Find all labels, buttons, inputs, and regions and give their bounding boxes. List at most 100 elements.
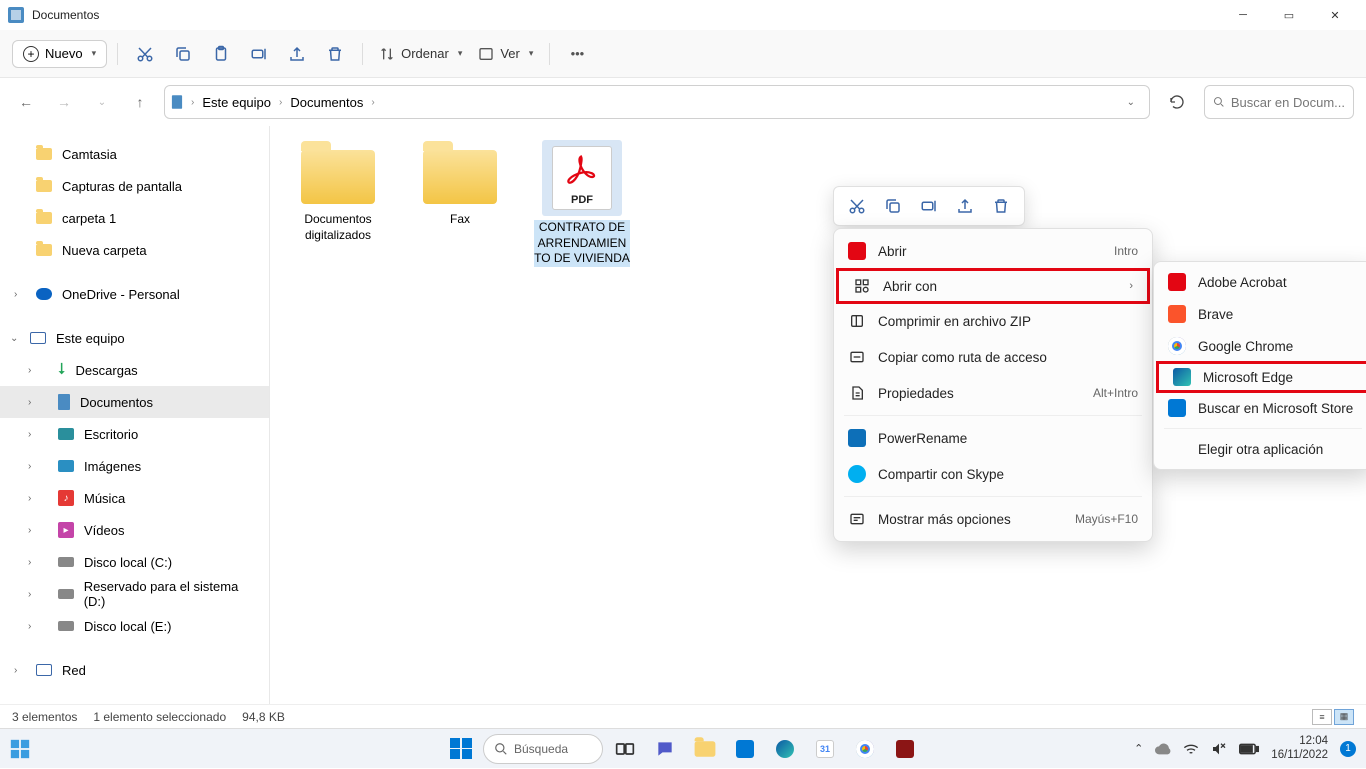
- sidebar-item-label: OneDrive - Personal: [62, 287, 180, 302]
- submenu-brave[interactable]: Brave: [1154, 298, 1366, 330]
- close-button[interactable]: ✕: [1312, 0, 1358, 30]
- folder-fax[interactable]: Fax: [412, 140, 508, 267]
- sidebar-disk-c[interactable]: ›Disco local (C:): [0, 546, 270, 578]
- submenu-edge[interactable]: Microsoft Edge: [1156, 361, 1366, 393]
- share-button[interactable]: [280, 37, 314, 71]
- breadcrumb-current[interactable]: Documentos: [290, 95, 363, 110]
- cut-button[interactable]: [128, 37, 162, 71]
- taskbar-calendar[interactable]: 31: [807, 731, 843, 767]
- notification-badge[interactable]: 1: [1340, 741, 1356, 757]
- menu-open[interactable]: Abrir Intro: [834, 233, 1152, 269]
- music-icon: ♪: [58, 490, 74, 506]
- breadcrumb-root[interactable]: Este equipo: [202, 95, 271, 110]
- delete-button[interactable]: [318, 37, 352, 71]
- sidebar-disk-d[interactable]: ›Reservado para el sistema (D:): [0, 578, 270, 610]
- sidebar-folder-camtasia[interactable]: Camtasia: [0, 138, 270, 170]
- view-icon: [478, 46, 494, 62]
- sidebar-videos[interactable]: ›▸Vídeos: [0, 514, 270, 546]
- taskbar-app-unknown[interactable]: [887, 731, 923, 767]
- folder-documentos-digitalizados[interactable]: Documentos digitalizados: [290, 140, 386, 267]
- taskbar-store[interactable]: [727, 731, 763, 767]
- up-button[interactable]: ↑: [126, 88, 154, 116]
- back-button[interactable]: ←: [12, 88, 40, 116]
- taskbar-clock[interactable]: 12:04 16/11/2022: [1271, 735, 1328, 761]
- chevron-right-icon: ›: [14, 665, 17, 676]
- menu-show-more[interactable]: Mostrar más opciones Mayús+F10: [834, 501, 1152, 537]
- widgets-button[interactable]: [0, 729, 40, 769]
- tray-onedrive[interactable]: [1155, 743, 1171, 755]
- submenu-chrome[interactable]: Google Chrome: [1154, 330, 1366, 362]
- submenu-label: Microsoft Edge: [1203, 370, 1293, 385]
- rename-button[interactable]: [242, 37, 276, 71]
- taskbar-chrome[interactable]: [847, 731, 883, 767]
- sidebar-network[interactable]: ›Red: [0, 654, 270, 686]
- menu-properties[interactable]: Propiedades Alt+Intro: [834, 375, 1152, 411]
- address-dropdown[interactable]: ⌄: [1119, 97, 1143, 108]
- sidebar-music[interactable]: ›♪Música: [0, 482, 270, 514]
- folder-icon: [36, 180, 52, 192]
- sidebar-desktop[interactable]: ›Escritorio: [0, 418, 270, 450]
- mini-rename-button[interactable]: [912, 190, 946, 222]
- tray-overflow[interactable]: ⌃: [1134, 742, 1143, 755]
- tray-wifi[interactable]: [1183, 742, 1199, 756]
- folder-icon: [36, 244, 52, 256]
- sidebar-folder-carpeta1[interactable]: carpeta 1: [0, 202, 270, 234]
- taskbar-chat[interactable]: [647, 731, 683, 767]
- sort-button[interactable]: Ordenar ▾: [373, 41, 468, 67]
- edge-icon: [776, 740, 794, 758]
- more-button[interactable]: •••: [560, 37, 594, 71]
- menu-copy-path[interactable]: Copiar como ruta de acceso: [834, 339, 1152, 375]
- new-button[interactable]: + Nuevo ▾: [12, 40, 107, 68]
- sidebar-folder-nueva[interactable]: Nueva carpeta: [0, 234, 270, 266]
- menu-powerrename[interactable]: PowerRename: [834, 420, 1152, 456]
- tray-battery[interactable]: [1239, 743, 1259, 755]
- sidebar-downloads[interactable]: ›⭣Descargas: [0, 354, 270, 386]
- toolbar-separator: [362, 43, 363, 65]
- mini-share-button[interactable]: [948, 190, 982, 222]
- address-bar[interactable]: › Este equipo › Documentos › ⌄: [164, 85, 1150, 119]
- submenu-store[interactable]: Buscar en Microsoft Store: [1154, 392, 1366, 424]
- menu-open-with[interactable]: Abrir con ›: [836, 268, 1150, 304]
- task-view-button[interactable]: [607, 731, 643, 767]
- paste-button[interactable]: [204, 37, 238, 71]
- sidebar-disk-e[interactable]: ›Disco local (E:): [0, 610, 270, 642]
- powerrename-icon: [848, 429, 866, 447]
- menu-skype[interactable]: Compartir con Skype: [834, 456, 1152, 492]
- taskbar-edge[interactable]: [767, 731, 803, 767]
- details-view-button[interactable]: ≡: [1312, 709, 1332, 725]
- minimize-button[interactable]: ─: [1220, 0, 1266, 30]
- start-button[interactable]: [443, 731, 479, 767]
- taskbar-explorer[interactable]: [687, 731, 723, 767]
- mini-delete-button[interactable]: [984, 190, 1018, 222]
- status-count: 3 elementos: [12, 710, 77, 724]
- status-size: 94,8 KB: [242, 710, 285, 724]
- icons-view-button[interactable]: ▦: [1334, 709, 1354, 725]
- sidebar-onedrive[interactable]: ›OneDrive - Personal: [0, 278, 270, 310]
- refresh-button[interactable]: [1160, 85, 1194, 119]
- sidebar-item-label: Capturas de pantalla: [62, 179, 182, 194]
- forward-button[interactable]: →: [50, 88, 78, 116]
- recent-button[interactable]: ⌄: [88, 88, 116, 116]
- pdf-icon: PDF: [552, 146, 612, 210]
- tray-volume[interactable]: [1211, 742, 1227, 756]
- sidebar-documents[interactable]: ›Documentos: [0, 386, 270, 418]
- mini-copy-button[interactable]: [876, 190, 910, 222]
- search-input[interactable]: Buscar en Docum...: [1204, 85, 1354, 119]
- file-pane[interactable]: Documentos digitalizados Fax PDF CONTRAT…: [270, 126, 1366, 704]
- sidebar-folder-capturas[interactable]: Capturas de pantalla: [0, 170, 270, 202]
- search-icon: [494, 742, 508, 756]
- view-button[interactable]: Ver ▾: [472, 41, 539, 67]
- submenu-choose-another[interactable]: Elegir otra aplicación: [1154, 433, 1366, 465]
- menu-compress[interactable]: Comprimir en archivo ZIP: [834, 303, 1152, 339]
- sidebar-thispc-children: ›⭣Descargas ›Documentos ›Escritorio ›Imá…: [0, 354, 270, 642]
- sidebar-thispc[interactable]: ⌄Este equipo: [0, 322, 270, 354]
- mini-cut-button[interactable]: [840, 190, 874, 222]
- sidebar-images[interactable]: ›Imágenes: [0, 450, 270, 482]
- app-icon: [896, 740, 914, 758]
- file-contrato-pdf[interactable]: PDF CONTRATO DE ARRENDAMIENTO DE VIVIEND…: [534, 140, 630, 267]
- copy-button[interactable]: [166, 37, 200, 71]
- toolbar-separator: [549, 43, 550, 65]
- maximize-button[interactable]: ▭: [1266, 0, 1312, 30]
- taskbar-search[interactable]: Búsqueda: [483, 734, 603, 764]
- submenu-adobe[interactable]: Adobe Acrobat: [1154, 266, 1366, 298]
